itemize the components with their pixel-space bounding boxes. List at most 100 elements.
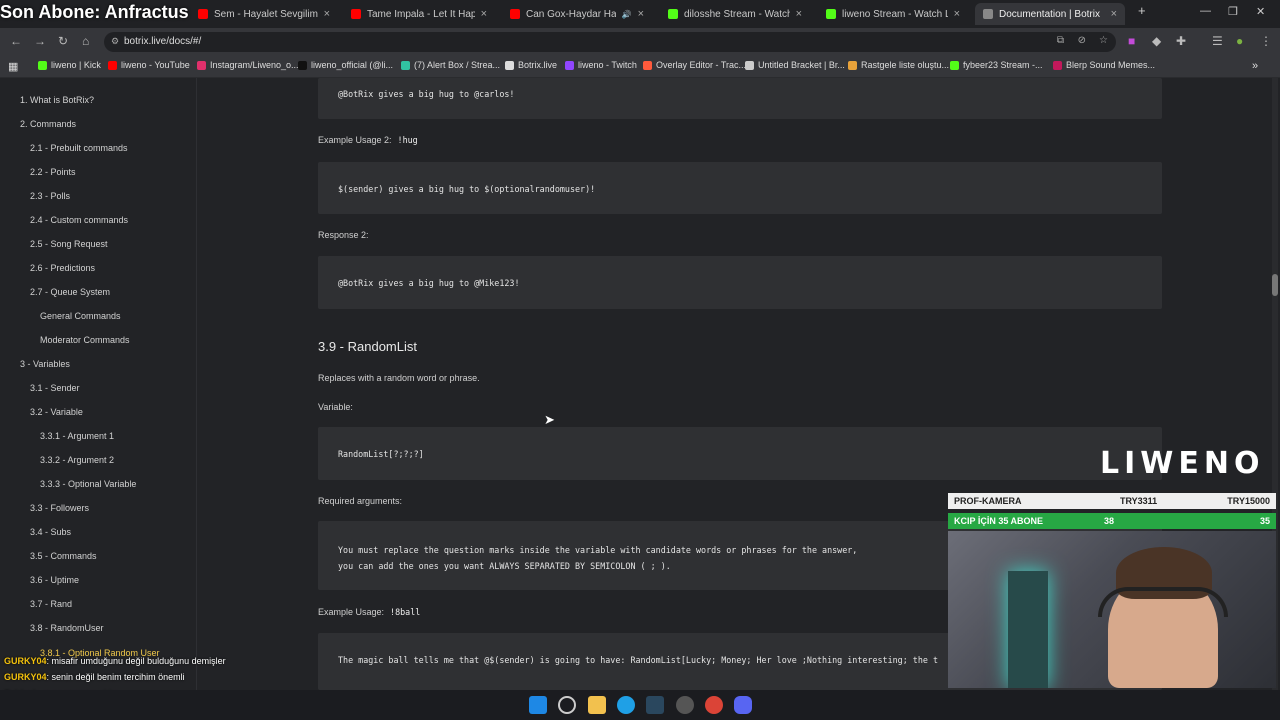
address-bar-row: ← → ↻ ⌂ ⚙ botrix.live/docs/#/ ⧉ ⊘ ☆ ■ ◆ … bbox=[0, 28, 1280, 56]
bookmark-item[interactable]: liweno - YouTube bbox=[108, 60, 190, 70]
bookmark-item[interactable]: Rastgele liste oluştu... bbox=[848, 60, 949, 70]
chrome-icon[interactable] bbox=[705, 696, 723, 714]
sidebar-item[interactable]: General Commands bbox=[40, 311, 121, 321]
translate-icon[interactable]: ⧉ bbox=[1057, 35, 1064, 46]
close-tab-icon[interactable]: × bbox=[954, 8, 960, 20]
close-tab-icon[interactable]: × bbox=[796, 8, 802, 20]
start-icon[interactable] bbox=[529, 696, 547, 714]
close-tab-icon[interactable]: × bbox=[481, 8, 487, 20]
apps-icon[interactable]: ▦ bbox=[8, 60, 18, 73]
chevron-right-icon[interactable]: » bbox=[1252, 60, 1258, 72]
bookmark-item[interactable]: Overlay Editor - Trac... bbox=[643, 60, 746, 70]
tab-6[interactable]: Documentation | Botrix × bbox=[975, 3, 1125, 25]
code-block-usage-2: $(sender) gives a big hug to $(optionalr… bbox=[318, 162, 1162, 214]
tab-5[interactable]: liweno Stream - Watch Live on × bbox=[818, 3, 968, 25]
bookmark-item[interactable]: Instagram/Liweno_o... bbox=[197, 60, 299, 70]
tab-4[interactable]: dilosshe Stream - Watch Live o × bbox=[660, 3, 810, 25]
bookmark-item[interactable]: liweno - Twitch bbox=[565, 60, 637, 70]
sidebar-item[interactable]: 3.7 - Rand bbox=[30, 599, 72, 609]
tab-favicon-icon bbox=[668, 9, 678, 19]
audio-icon[interactable]: 🔊 bbox=[622, 10, 632, 19]
reading-list-icon[interactable]: ☰ bbox=[1212, 34, 1223, 48]
back-icon[interactable]: ← bbox=[10, 34, 22, 48]
donation-bar: PROF-KAMERA TRY3311 TRY15000 bbox=[948, 493, 1276, 509]
file-explorer-icon[interactable] bbox=[588, 696, 606, 714]
eye-off-icon[interactable]: ⊘ bbox=[1078, 35, 1086, 46]
edge-icon[interactable] bbox=[617, 696, 635, 714]
bookmark-item[interactable]: Botrix.live bbox=[505, 60, 557, 70]
bookmark-item[interactable]: (7) Alert Box / Strea... bbox=[401, 60, 500, 70]
bookmark-favicon-icon bbox=[950, 60, 959, 70]
bookmark-item[interactable]: liweno_official (@li... bbox=[298, 60, 393, 70]
sidebar-item[interactable]: 3.3 - Followers bbox=[30, 503, 89, 513]
sidebar-item[interactable]: 3 - Variables bbox=[20, 359, 70, 369]
sidebar-item[interactable]: 3.6 - Uptime bbox=[30, 575, 79, 585]
menu-icon[interactable]: ⋮ bbox=[1260, 34, 1272, 48]
bookmark-label: liweno - YouTube bbox=[121, 60, 190, 70]
bookmark-label: Botrix.live bbox=[518, 60, 558, 70]
star-icon[interactable]: ☆ bbox=[1099, 35, 1108, 46]
sidebar-item[interactable]: 2.5 - Song Request bbox=[30, 239, 108, 249]
response-2-label: Response 2: bbox=[318, 230, 369, 240]
scrollbar-thumb[interactable] bbox=[1272, 274, 1278, 296]
bookmark-favicon-icon bbox=[38, 60, 47, 70]
sidebar-item[interactable]: 3.3.2 - Argument 2 bbox=[40, 455, 114, 465]
bookmark-item[interactable]: fybeer23 Stream -... bbox=[950, 60, 1043, 70]
close-tab-icon[interactable]: × bbox=[638, 8, 644, 20]
bookmark-label: Blerp Sound Memes... bbox=[1066, 60, 1156, 70]
sidebar-item[interactable]: 2. Commands bbox=[20, 119, 76, 129]
usage-label: Example Usage: !8ball bbox=[318, 607, 421, 617]
bookmark-favicon-icon bbox=[745, 60, 754, 70]
bookmark-item[interactable]: Untitled Bracket | Br... bbox=[745, 60, 845, 70]
bookmark-label: Instagram/Liweno_o... bbox=[210, 60, 299, 70]
close-tab-icon[interactable]: × bbox=[324, 8, 330, 20]
sidebar-item[interactable]: 3.2 - Variable bbox=[30, 407, 83, 417]
forward-icon[interactable]: → bbox=[34, 34, 46, 48]
new-tab-button[interactable]: + bbox=[1138, 3, 1146, 18]
bookmark-favicon-icon bbox=[505, 60, 514, 70]
code-block-response-1: @BotRix gives a big hug to @carlos! bbox=[318, 78, 1162, 119]
tab-1[interactable]: Sem - Hayalet Sevgilim (Officia × bbox=[190, 3, 338, 25]
sidebar-item[interactable]: 3.8 - RandomUser bbox=[30, 623, 104, 633]
discord-icon[interactable] bbox=[734, 696, 752, 714]
chat-username: GURKY04 bbox=[4, 656, 47, 666]
sidebar-item[interactable]: 3.3.3 - Optional Variable bbox=[40, 479, 136, 489]
bookmark-favicon-icon bbox=[298, 60, 307, 70]
bar1-goal: TRY15000 bbox=[1227, 496, 1270, 506]
maximize-icon[interactable]: ❐ bbox=[1228, 5, 1238, 18]
sidebar-item[interactable]: 2.4 - Custom commands bbox=[30, 215, 128, 225]
url-input[interactable]: ⚙ botrix.live/docs/#/ ⧉ ⊘ ☆ bbox=[104, 32, 1116, 52]
obs-icon[interactable] bbox=[676, 696, 694, 714]
extension-2-icon[interactable]: ◆ bbox=[1152, 34, 1161, 48]
reload-icon[interactable]: ↻ bbox=[58, 34, 68, 48]
sidebar-item[interactable]: 2.3 - Polls bbox=[30, 191, 70, 201]
tab-favicon-icon bbox=[510, 9, 520, 19]
tab-label: liweno Stream - Watch Live on bbox=[842, 8, 948, 20]
close-tab-icon[interactable]: × bbox=[1111, 8, 1117, 20]
home-icon[interactable]: ⌂ bbox=[82, 34, 89, 48]
close-window-icon[interactable]: ✕ bbox=[1256, 5, 1265, 18]
bookmark-item[interactable]: liweno | Kick bbox=[38, 60, 101, 70]
extension-icon[interactable]: ■ bbox=[1128, 34, 1135, 48]
avatar[interactable]: ● bbox=[1236, 34, 1243, 48]
sidebar-item[interactable]: 2.7 - Queue System bbox=[30, 287, 110, 297]
sidebar-item[interactable]: 2.1 - Prebuilt commands bbox=[30, 143, 128, 153]
minimize-icon[interactable]: — bbox=[1200, 5, 1211, 17]
sidebar-item[interactable]: 3.3.1 - Argument 1 bbox=[40, 431, 114, 441]
site-info-icon[interactable]: ⚙ bbox=[111, 36, 119, 47]
steam-icon[interactable] bbox=[646, 696, 664, 714]
sidebar-item[interactable]: 1. What is BotRix? bbox=[20, 95, 94, 105]
sidebar-item[interactable]: 3.4 - Subs bbox=[30, 527, 71, 537]
tab-3[interactable]: Can Gox-Haydar Haydar (A 🔊 × bbox=[502, 3, 652, 25]
sidebar-item[interactable]: Moderator Commands bbox=[40, 335, 130, 345]
sidebar-item[interactable]: 2.2 - Points bbox=[30, 167, 76, 177]
search-icon[interactable] bbox=[558, 696, 576, 714]
bookmark-item[interactable]: Blerp Sound Memes... bbox=[1053, 60, 1155, 70]
sidebar-item[interactable]: 3.1 - Sender bbox=[30, 383, 80, 393]
sidebar-item[interactable]: 2.6 - Predictions bbox=[30, 263, 95, 273]
sidebar-item[interactable]: 3.5 - Commands bbox=[30, 551, 97, 561]
bar2-label: KCIP İÇİN 35 ABONE bbox=[954, 516, 1044, 526]
tab-2[interactable]: Tame Impala - Let It Happen (O × bbox=[343, 3, 495, 25]
puzzle-icon[interactable]: ✚ bbox=[1176, 34, 1186, 48]
bookmark-favicon-icon bbox=[197, 60, 206, 70]
